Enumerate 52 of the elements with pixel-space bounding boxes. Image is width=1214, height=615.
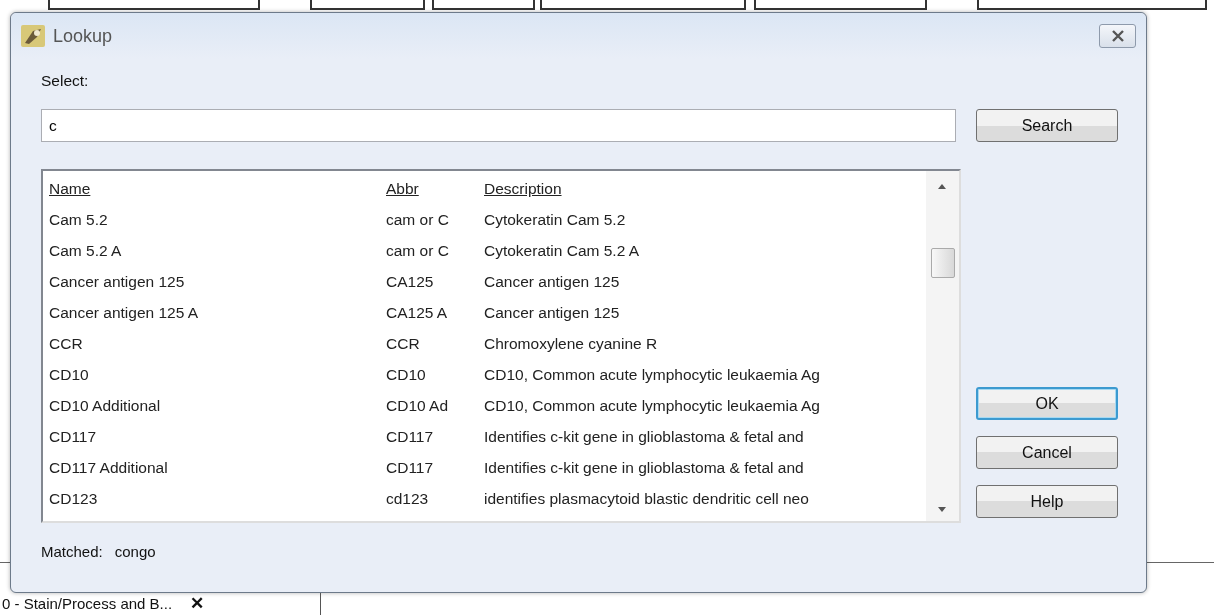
table-cell: CA125 A [386,303,448,321]
scrollbar-thumb[interactable] [931,248,955,278]
table-cell: CD10, Common acute lymphocytic leukaemia Ag [484,396,820,414]
column-header[interactable]: Abbr [386,179,419,197]
table-cell: CCR [49,334,83,352]
table-cell: Cancer antigen 125 [49,272,185,290]
table-cell: Chromoxylene cyanine R [484,334,658,352]
table-cell: CD10 [386,365,426,383]
table-cell: Cancer antigen 125 A [49,303,199,321]
table-cell: CD117 [386,427,434,445]
matched-label: Matched: [41,542,103,562]
table-cell: CCR [386,334,420,352]
table-cell: Identifies c-kit gene in glioblastoma & fetal and [484,427,804,445]
column-header[interactable]: Description [484,179,562,197]
table-cell: Identifies c-kit gene in glioblastoma & fetal and [484,458,804,476]
table-cell: CD117 [386,458,434,476]
table-cell: Cancer antigen 125 [484,272,620,290]
table-cell: Cam 5.2 A [49,241,122,259]
table-cell: CD117 Additional [49,458,168,476]
close-button[interactable] [1099,24,1136,48]
dialog-button[interactable]: Cancel [976,436,1118,469]
table-cell: Cytokeratin Cam 5.2 [484,210,626,228]
matched-value: congo [114,542,156,562]
table-cell: CD10 [49,365,89,383]
table-cell: cam or C [386,241,449,259]
dialog-button[interactable]: OK [976,387,1118,420]
table-cell: CA125 [386,272,434,290]
table-cell: Cancer antigen 125 [484,303,620,321]
table-cell: cam or C [386,210,449,228]
table-cell: CD123 [49,489,98,507]
search-field[interactable]: c [41,109,956,142]
close-icon [1110,30,1125,42]
app-icon [21,25,45,47]
table-cell: identifies plasmacytoid blastic dendritic cell neo [484,489,809,507]
scroll-down-icon[interactable] [936,505,948,513]
table-cell: CD10, Common acute lymphocytic leukaemia Ag [484,365,820,383]
document-tab[interactable]: 0 - Stain/Process and B... ✕ [0,593,321,615]
table-cell: CD10 Ad [386,396,449,414]
window-title: Lookup [53,24,113,48]
dialog-button[interactable]: Help [976,485,1118,518]
table-cell: CD10 Additional [49,396,161,414]
select-label: Select: [41,71,89,91]
tab-label: 0 - Stain/Process and B... [2,593,173,614]
table-cell: CD117 [49,427,97,445]
search-button[interactable]: Search [976,109,1118,142]
close-tab-button[interactable]: ✕ [190,591,205,615]
column-header[interactable]: Name [49,179,91,197]
table-cell: cd123 [386,489,429,507]
scrollbar[interactable] [926,171,959,521]
table-cell: Cam 5.2 [49,210,108,228]
table-cell: Cytokeratin Cam 5.2 A [484,241,640,259]
scroll-up-icon[interactable] [936,182,948,190]
